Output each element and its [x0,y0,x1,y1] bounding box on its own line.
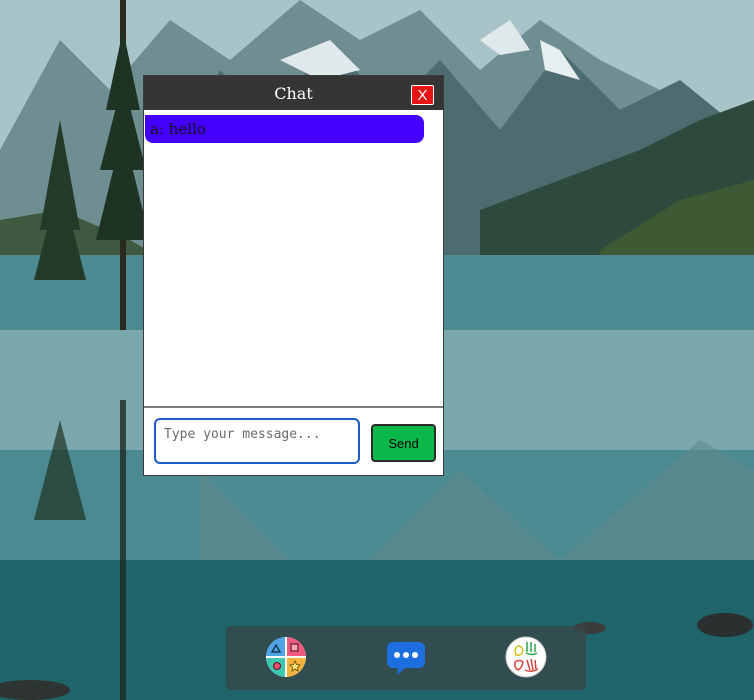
composer: Send [144,408,443,475]
dock-item-shapes[interactable] [265,636,307,678]
dock [226,626,586,690]
close-button[interactable]: X [411,85,434,105]
chat-window: Chat X a: hello Send [143,75,444,476]
desktop: Chat X a: hello Send [0,0,754,700]
message-bubble: a: hello [145,115,424,143]
chat-title: Chat [274,84,313,103]
dock-item-chat[interactable] [385,636,427,678]
shapes-grid-icon [266,637,306,677]
dock-item-hands[interactable] [505,636,547,678]
hands-icon [505,636,547,678]
chat-bubble-icon [387,642,425,675]
send-button[interactable]: Send [371,424,436,462]
message-list[interactable]: a: hello [144,110,443,406]
chat-titlebar[interactable]: Chat X [144,76,443,110]
message-input[interactable] [154,418,360,464]
